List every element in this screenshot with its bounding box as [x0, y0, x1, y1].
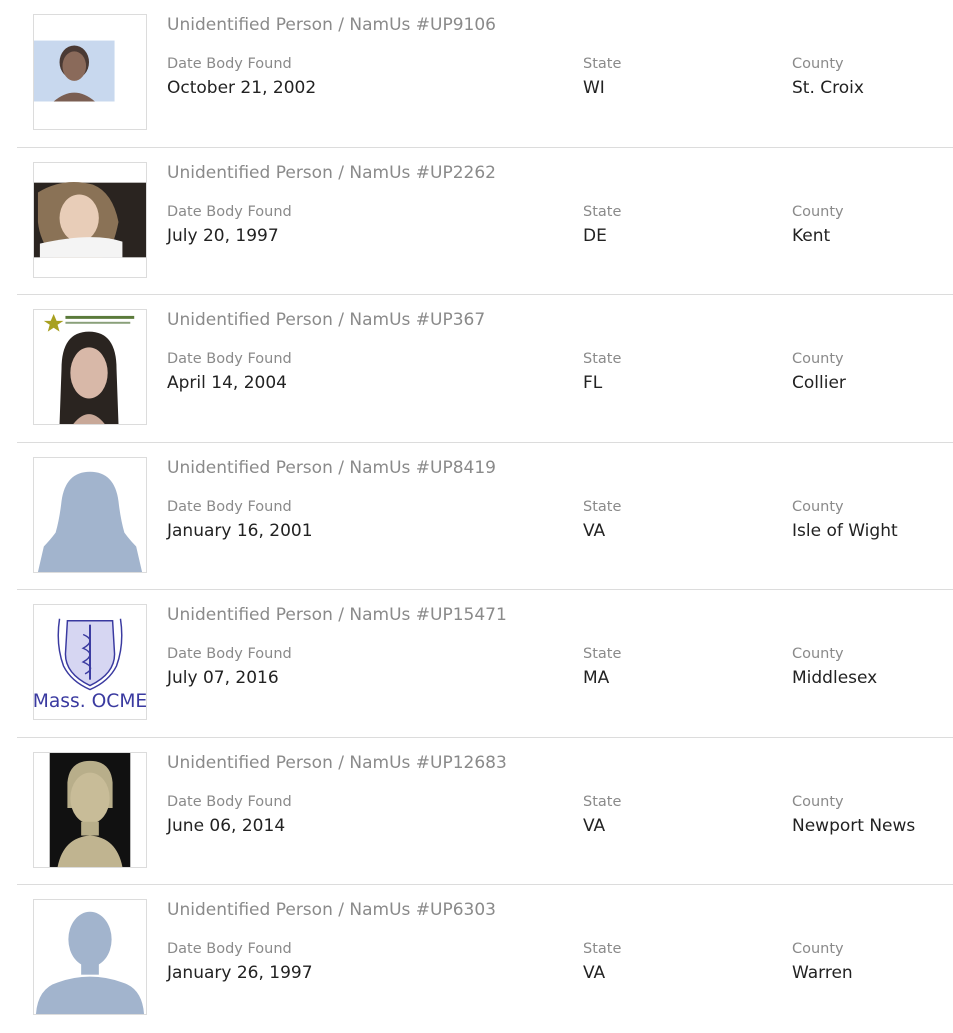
date-found-value: June 06, 2014	[167, 815, 286, 836]
state-field: State FL	[583, 350, 621, 394]
county-label: County	[792, 498, 844, 515]
case-title[interactable]: Unidentified Person / NamUs #UP2262	[167, 163, 496, 183]
case-row[interactable]: Unidentified Person / NamUs #UP12683 Dat…	[17, 738, 953, 885]
case-photo[interactable]	[33, 161, 147, 278]
state-value: VA	[583, 963, 606, 983]
date-found-label: Date Body Found	[167, 498, 292, 515]
case-photo[interactable]	[33, 309, 147, 425]
case-photo[interactable]	[33, 14, 147, 130]
county-field: County Newport News	[792, 793, 915, 837]
county-field: County Kent	[792, 203, 844, 247]
county-value: Newport News	[792, 815, 916, 836]
state-label: State	[583, 941, 622, 957]
case-row[interactable]: Unidentified Person / NamUs #UP2262 Date…	[17, 148, 953, 295]
date-found-label: Date Body Found	[167, 351, 292, 367]
date-found-value: January 26, 1997	[167, 963, 313, 983]
state-label: State	[583, 793, 622, 810]
county-label: County	[792, 351, 844, 367]
case-photo[interactable]	[33, 899, 147, 1015]
state-field: State DE	[583, 203, 621, 247]
case-title[interactable]: Unidentified Person / NamUs #UP8419	[167, 458, 496, 478]
state-label: State	[583, 646, 622, 662]
state-label: State	[583, 351, 622, 367]
mass-ocme-logo-text: Mass. OCME	[34, 691, 146, 712]
county-field: County Collier	[792, 350, 846, 394]
state-value: WI	[583, 78, 605, 98]
date-found-field: Date Body Found July 20, 1997	[167, 203, 292, 247]
date-found-label: Date Body Found	[167, 203, 292, 220]
date-found-value: July 20, 1997	[167, 225, 279, 246]
date-found-field: Date Body Found January 16, 2001	[167, 498, 313, 542]
county-value: Middlesex	[792, 668, 878, 688]
county-field: County Middlesex	[792, 645, 877, 689]
state-field: State VA	[583, 793, 621, 837]
date-found-value: April 14, 2004	[167, 373, 287, 393]
state-value: VA	[583, 815, 606, 836]
date-found-field: Date Body Found June 06, 2014	[167, 793, 292, 837]
case-row[interactable]: Unidentified Person / NamUs #UP367 Date …	[17, 295, 953, 443]
date-found-value: October 21, 2002	[167, 78, 317, 98]
state-label: State	[583, 56, 622, 72]
county-label: County	[792, 646, 844, 662]
case-list: Unidentified Person / NamUs #UP9106 Date…	[17, 0, 953, 1033]
case-photo[interactable]	[33, 456, 147, 573]
date-found-field: Date Body Found April 14, 2004	[167, 350, 292, 394]
case-photo[interactable]	[33, 751, 147, 868]
state-label: State	[583, 498, 622, 515]
date-found-value: January 16, 2001	[167, 520, 313, 541]
case-title[interactable]: Unidentified Person / NamUs #UP12683	[167, 753, 507, 773]
county-label: County	[792, 56, 844, 72]
state-value: VA	[583, 520, 606, 541]
county-field: County Warren	[792, 940, 853, 984]
county-label: County	[792, 203, 844, 220]
state-field: State MA	[583, 645, 621, 689]
case-photo[interactable]: Mass. OCME	[33, 604, 147, 720]
county-value: Warren	[792, 963, 853, 983]
state-value: DE	[583, 225, 607, 246]
county-value: St. Croix	[792, 78, 864, 98]
date-found-label: Date Body Found	[167, 793, 292, 810]
case-title[interactable]: Unidentified Person / NamUs #UP367	[167, 310, 485, 330]
case-row[interactable]: Mass. OCME Unidentified Person / NamUs #…	[17, 590, 953, 738]
case-title[interactable]: Unidentified Person / NamUs #UP9106	[167, 15, 496, 35]
county-label: County	[792, 793, 844, 810]
state-label: State	[583, 203, 622, 220]
date-found-label: Date Body Found	[167, 56, 292, 72]
state-field: State WI	[583, 55, 621, 99]
county-label: County	[792, 941, 844, 957]
county-value: Collier	[792, 373, 846, 393]
case-row[interactable]: Unidentified Person / NamUs #UP6303 Date…	[17, 885, 953, 1033]
case-row[interactable]: Unidentified Person / NamUs #UP9106 Date…	[17, 0, 953, 148]
state-value: FL	[583, 373, 603, 393]
date-found-label: Date Body Found	[167, 646, 292, 662]
county-field: County Isle of Wight	[792, 498, 898, 542]
county-field: County St. Croix	[792, 55, 864, 99]
county-value: Isle of Wight	[792, 520, 898, 541]
case-row[interactable]: Unidentified Person / NamUs #UP8419 Date…	[17, 443, 953, 590]
county-value: Kent	[792, 225, 831, 246]
case-title[interactable]: Unidentified Person / NamUs #UP6303	[167, 900, 496, 920]
date-found-value: July 07, 2016	[167, 668, 279, 688]
state-field: State VA	[583, 498, 621, 542]
state-value: MA	[583, 668, 610, 688]
case-title[interactable]: Unidentified Person / NamUs #UP15471	[167, 605, 507, 625]
state-field: State VA	[583, 940, 621, 984]
date-found-field: Date Body Found July 07, 2016	[167, 645, 292, 689]
date-found-field: Date Body Found January 26, 1997	[167, 940, 313, 984]
date-found-label: Date Body Found	[167, 941, 292, 957]
date-found-field: Date Body Found October 21, 2002	[167, 55, 316, 99]
